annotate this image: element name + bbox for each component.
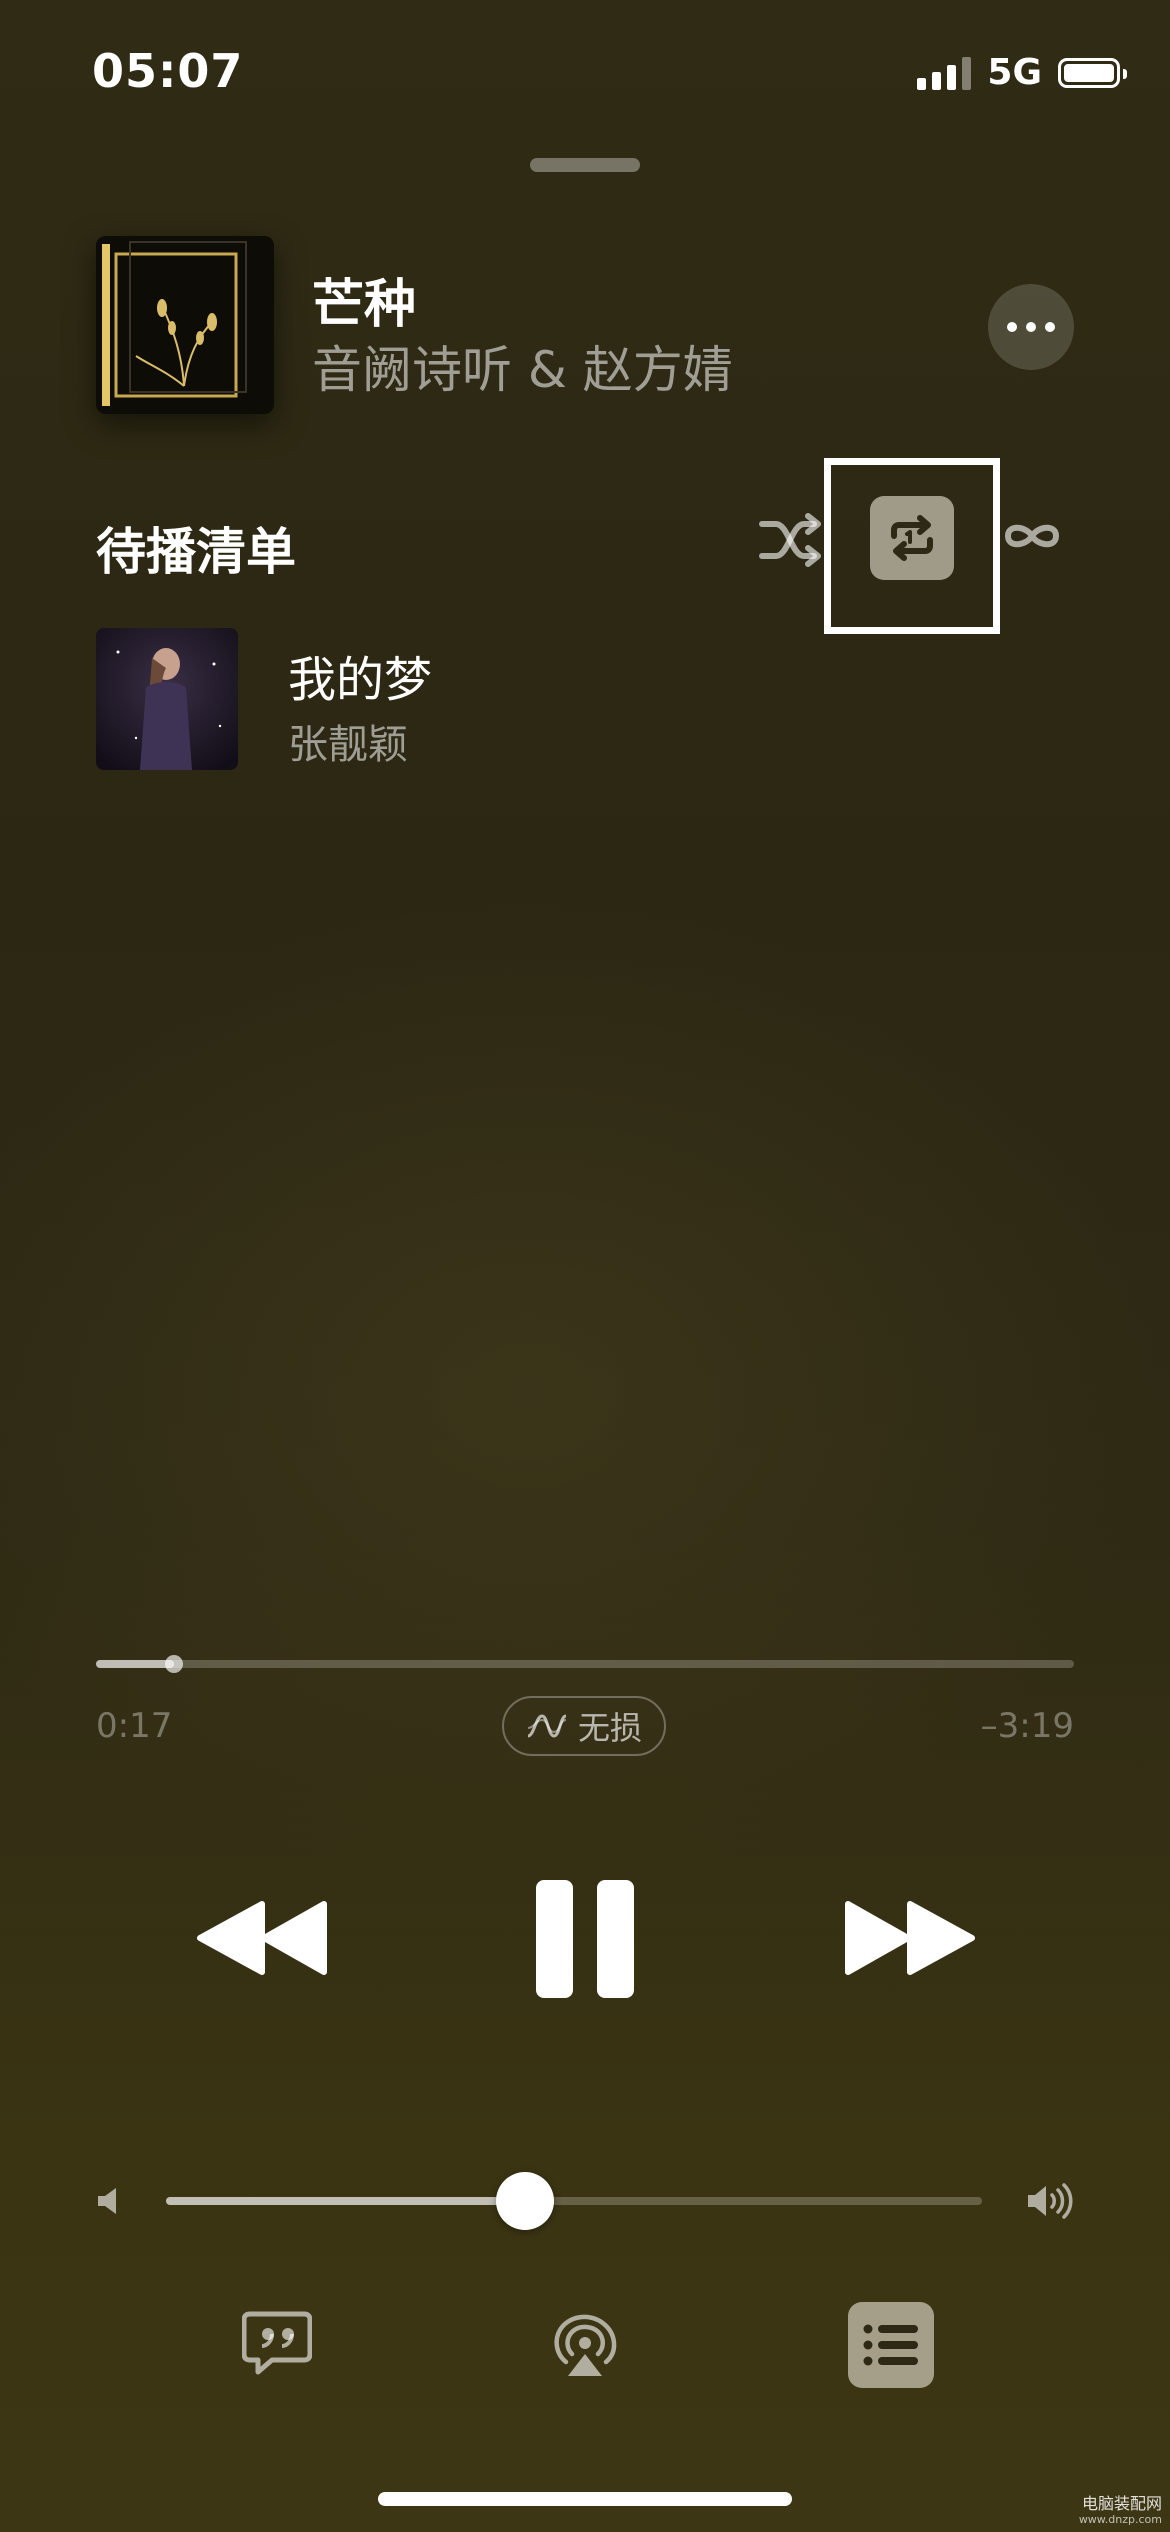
scrubber-played bbox=[96, 1660, 175, 1668]
volume-slider[interactable] bbox=[166, 2172, 982, 2230]
autoplay-infinity-icon[interactable] bbox=[1000, 516, 1064, 556]
rewind-button[interactable] bbox=[196, 1898, 330, 1978]
queue-album-art-image bbox=[96, 628, 238, 770]
fast-forward-button[interactable] bbox=[842, 1898, 976, 1978]
watermark-line1: 电脑装配网 bbox=[1081, 2494, 1162, 2513]
volume-low-icon bbox=[98, 2188, 116, 2214]
pause-bar-icon bbox=[597, 1880, 634, 1998]
sheet-grabber[interactable] bbox=[530, 158, 640, 172]
status-icons: 5G bbox=[917, 52, 1127, 93]
more-dot-icon bbox=[1026, 322, 1036, 332]
queue-item-artwork[interactable] bbox=[96, 628, 238, 770]
more-dot-icon bbox=[1045, 322, 1055, 332]
list-icon bbox=[863, 2324, 918, 2366]
remaining-time: –3:19 bbox=[980, 1706, 1074, 1746]
now-playing-artwork[interactable] bbox=[96, 236, 274, 414]
album-art-image bbox=[96, 236, 274, 414]
lossless-badge[interactable]: 无损 bbox=[502, 1696, 666, 1756]
playback-scrubber[interactable] bbox=[96, 1655, 1074, 1673]
pause-button[interactable] bbox=[536, 1880, 634, 1998]
battery-icon bbox=[1058, 57, 1127, 88]
now-playing-title: 芒种 bbox=[312, 275, 417, 335]
scrubber-handle[interactable] bbox=[165, 1655, 184, 1673]
elapsed-time: 0:17 bbox=[96, 1706, 173, 1746]
shuffle-icon[interactable] bbox=[758, 510, 822, 570]
volume-level bbox=[166, 2197, 526, 2205]
queue-heading: 待播清单 bbox=[96, 523, 296, 581]
lossless-wave-icon bbox=[527, 1714, 567, 1738]
more-options-button[interactable] bbox=[988, 284, 1074, 370]
signal-icon bbox=[917, 56, 972, 90]
watermark: 电脑装配网 www.dnzp.com bbox=[1079, 2496, 1162, 2528]
home-indicator[interactable] bbox=[378, 2492, 792, 2506]
now-playing-artist[interactable]: 音阙诗听 & 赵方婧 bbox=[312, 330, 733, 402]
pause-bar-icon bbox=[536, 1880, 573, 1998]
more-dot-icon bbox=[1007, 322, 1017, 332]
status-time: 05:07 bbox=[92, 44, 244, 98]
lyrics-icon[interactable] bbox=[242, 2310, 312, 2376]
queue-item-artist: 张靓颖 bbox=[288, 722, 408, 768]
watermark-line2: www.dnzp.com bbox=[1078, 2513, 1162, 2526]
lossless-label: 无损 bbox=[577, 1709, 642, 1747]
volume-high-icon bbox=[1028, 2183, 1073, 2219]
playing-next-button[interactable] bbox=[848, 2302, 934, 2388]
network-label: 5G bbox=[987, 52, 1042, 93]
volume-handle[interactable] bbox=[496, 2172, 555, 2230]
repeat-highlight-box bbox=[824, 458, 1000, 634]
queue-item-title[interactable]: 我的梦 bbox=[288, 640, 432, 710]
airplay-audio-icon[interactable] bbox=[550, 2310, 620, 2380]
